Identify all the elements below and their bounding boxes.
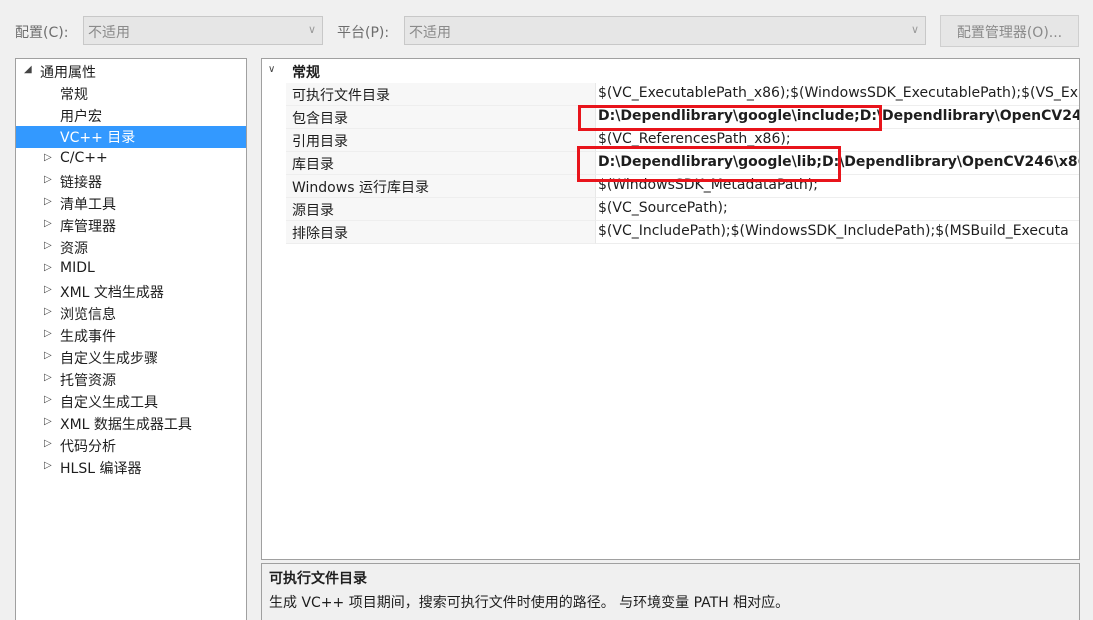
tree-item-librarian[interactable]: ▷ 库管理器 <box>16 215 246 237</box>
collapsed-triangle-icon[interactable]: ▷ <box>44 372 52 383</box>
property-row-executable-dirs[interactable]: 可执行文件目录 $(VC_ExecutablePath_x86);$(Windo… <box>262 83 1079 106</box>
tree-item-hlsl-compiler[interactable]: ▷ HLSL 编译器 <box>16 457 246 479</box>
tree-item-vc-directories[interactable]: VC++ 目录 <box>16 126 246 148</box>
chevron-down-icon: ∨ <box>307 23 316 36</box>
tree-item-label: 清单工具 <box>60 197 116 213</box>
property-tree: ◢ 通用属性 常规 用户宏 VC++ 目录 ▷ C/C++ ▷ 链接器 ▷ 清单… <box>15 58 247 620</box>
platform-label: 平台(P): <box>337 25 390 41</box>
property-row-source-dirs[interactable]: 源目录 $(VC_SourcePath); <box>262 198 1079 221</box>
tree-item-label: 浏览信息 <box>60 307 116 323</box>
tree-item-custom-build-step[interactable]: ▷ 自定义生成步骤 <box>16 347 246 369</box>
tree-item-xml-data-generator[interactable]: ▷ XML 数据生成器工具 <box>16 413 246 435</box>
tree-item-label: 自定义生成工具 <box>60 395 158 411</box>
collapsed-triangle-icon[interactable]: ▷ <box>44 350 52 361</box>
property-value[interactable]: $(VC_ExecutablePath_x86);$(WindowsSDK_Ex… <box>595 83 1079 106</box>
expanded-triangle-icon[interactable]: ◢ <box>24 64 32 75</box>
property-name: 可执行文件目录 <box>286 83 595 106</box>
tree-item-general[interactable]: 常规 <box>16 83 246 105</box>
collapsed-triangle-icon[interactable]: ▷ <box>44 262 52 273</box>
collapsed-triangle-icon[interactable]: ▷ <box>44 240 52 251</box>
collapsed-triangle-icon[interactable]: ▷ <box>44 416 52 427</box>
tree-item-label: 用户宏 <box>60 109 102 125</box>
property-value[interactable]: $(WindowsSDK_MetadataPath); <box>595 175 1079 198</box>
tree-item-label: 通用属性 <box>40 65 96 81</box>
config-dropdown[interactable]: 不适用 ∨ <box>83 16 323 45</box>
tree-item-label: 资源 <box>60 241 88 257</box>
collapsed-triangle-icon[interactable]: ▷ <box>44 306 52 317</box>
tree-item-label: HLSL 编译器 <box>60 461 142 477</box>
property-value[interactable]: D:\Dependlibrary\google\include;D:\Depen… <box>595 106 1079 129</box>
tree-item-code-analysis[interactable]: ▷ 代码分析 <box>16 435 246 457</box>
collapsed-triangle-icon[interactable]: ▷ <box>44 218 52 229</box>
collapsed-triangle-icon[interactable]: ▷ <box>44 196 52 207</box>
tree-item-resources[interactable]: ▷ 资源 <box>16 237 246 259</box>
platform-dropdown-value: 不适用 <box>409 25 451 41</box>
tree-item-build-events[interactable]: ▷ 生成事件 <box>16 325 246 347</box>
config-toolbar: 配置(C): 不适用 ∨ 平台(P): 不适用 ∨ 配置管理器(O)... <box>0 0 1093 58</box>
property-name: 引用目录 <box>286 129 595 152</box>
property-grid: ∨ 常规 可执行文件目录 $(VC_ExecutablePath_x86);$(… <box>261 58 1080 560</box>
property-row-exclude-dirs[interactable]: 排除目录 $(VC_IncludePath);$(WindowsSDK_Incl… <box>262 221 1079 244</box>
tree-item-manifest-tool[interactable]: ▷ 清单工具 <box>16 193 246 215</box>
property-value[interactable]: $(VC_ReferencesPath_x86); <box>595 129 1079 152</box>
tree-item-cpp[interactable]: ▷ C/C++ <box>16 149 246 171</box>
description-title: 可执行文件目录 <box>269 571 367 587</box>
property-value[interactable]: $(VC_SourcePath); <box>595 198 1079 221</box>
config-manager-button[interactable]: 配置管理器(O)... <box>940 15 1079 47</box>
tree-item-label: VC++ 目录 <box>60 130 136 146</box>
config-dropdown-value: 不适用 <box>88 25 130 41</box>
property-name: 库目录 <box>286 152 595 175</box>
category-label: 常规 <box>292 65 320 81</box>
tree-item-midl[interactable]: ▷ MIDL <box>16 259 246 281</box>
chevron-down-icon: ∨ <box>910 23 919 36</box>
tree-item-label: XML 数据生成器工具 <box>60 417 192 433</box>
tree-item-label: 库管理器 <box>60 219 116 235</box>
property-row-include-dirs[interactable]: 包含目录 D:\Dependlibrary\google\include;D:\… <box>262 106 1079 129</box>
tree-item-label: 自定义生成步骤 <box>60 351 158 367</box>
tree-item-managed-resources[interactable]: ▷ 托管资源 <box>16 369 246 391</box>
category-general[interactable]: ∨ 常规 <box>262 60 1079 82</box>
collapsed-triangle-icon[interactable]: ▷ <box>44 460 52 471</box>
platform-dropdown[interactable]: 不适用 ∨ <box>404 16 926 45</box>
collapse-chevron-icon[interactable]: ∨ <box>268 64 275 75</box>
collapsed-triangle-icon[interactable]: ▷ <box>44 284 52 295</box>
collapsed-triangle-icon[interactable]: ▷ <box>44 328 52 339</box>
tree-item-label: MIDL <box>60 260 95 276</box>
tree-item-label: C/C++ <box>60 150 108 166</box>
tree-item-label: 代码分析 <box>60 439 116 455</box>
property-row-reference-dirs[interactable]: 引用目录 $(VC_ReferencesPath_x86); <box>262 129 1079 152</box>
tree-item-common-properties[interactable]: ◢ 通用属性 <box>16 61 246 83</box>
tree-item-label: XML 文档生成器 <box>60 285 164 301</box>
tree-item-label: 链接器 <box>60 175 102 191</box>
tree-item-xml-doc-generator[interactable]: ▷ XML 文档生成器 <box>16 281 246 303</box>
property-name: 排除目录 <box>286 221 595 244</box>
collapsed-triangle-icon[interactable]: ▷ <box>44 174 52 185</box>
collapsed-triangle-icon[interactable]: ▷ <box>44 394 52 405</box>
config-label: 配置(C): <box>15 25 69 41</box>
tree-item-label: 常规 <box>60 87 88 103</box>
collapsed-triangle-icon[interactable]: ▷ <box>44 438 52 449</box>
tree-item-label: 托管资源 <box>60 373 116 389</box>
description-text: 生成 VC++ 项目期间，搜索可执行文件时使用的路径。 与环境变量 PATH 相… <box>269 595 790 611</box>
property-name: Windows 运行库目录 <box>286 175 595 198</box>
description-panel: 可执行文件目录 生成 VC++ 项目期间，搜索可执行文件时使用的路径。 与环境变… <box>261 563 1080 620</box>
tree-item-custom-build-tool[interactable]: ▷ 自定义生成工具 <box>16 391 246 413</box>
tree-item-label: 生成事件 <box>60 329 116 345</box>
property-name: 包含目录 <box>286 106 595 129</box>
property-row-winrt-dirs[interactable]: Windows 运行库目录 $(WindowsSDK_MetadataPath)… <box>262 175 1079 198</box>
property-value[interactable]: D:\Dependlibrary\google\lib;D:\Dependlib… <box>595 152 1079 175</box>
property-row-library-dirs[interactable]: 库目录 D:\Dependlibrary\google\lib;D:\Depen… <box>262 152 1079 175</box>
collapsed-triangle-icon[interactable]: ▷ <box>44 152 52 163</box>
tree-item-user-macros[interactable]: 用户宏 <box>16 105 246 127</box>
property-name: 源目录 <box>286 198 595 221</box>
tree-item-linker[interactable]: ▷ 链接器 <box>16 171 246 193</box>
property-value[interactable]: $(VC_IncludePath);$(WindowsSDK_IncludePa… <box>595 221 1079 244</box>
tree-item-browse-info[interactable]: ▷ 浏览信息 <box>16 303 246 325</box>
